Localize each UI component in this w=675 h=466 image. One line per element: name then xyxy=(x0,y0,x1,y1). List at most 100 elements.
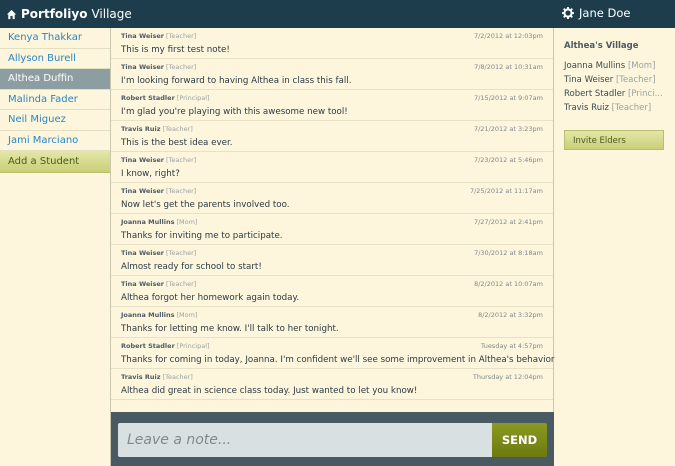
student-item[interactable]: Neil Miguez xyxy=(0,110,110,131)
note-timestamp: 7/8/2012 at 10:31am xyxy=(474,63,543,71)
note-meta: Robert Stadler [Principal] 7/15/2012 at 9:… xyxy=(121,93,543,103)
note-meta: Joanna Mullins [Mom] 8/2/2012 at 3:32pm xyxy=(121,310,543,320)
note-text: Now let's get the parents involved too. xyxy=(121,200,290,210)
member-role: [Princi... xyxy=(628,89,663,99)
village-sidebar: Althea's Village Joanna Mullins [Mom] Tin… xyxy=(555,28,675,466)
member-name: Tina Weiser xyxy=(564,75,614,85)
note-author-role: [Teacher] xyxy=(162,125,193,133)
note-author-name: Tina Weiser xyxy=(121,280,164,288)
note-author-role: [Mom] xyxy=(176,218,198,226)
compose-bar: SEND xyxy=(111,412,554,466)
village-member: Tina Weiser [Teacher] xyxy=(564,73,663,87)
village-members: Joanna Mullins [Mom] Tina Weiser [Teacher… xyxy=(564,59,663,115)
note-author-name: Tina Weiser xyxy=(121,63,164,71)
note-author: Travis Ruiz [Teacher] xyxy=(121,372,193,382)
member-name: Travis Ruiz xyxy=(564,103,609,113)
note-author-name: Joanna Mullins xyxy=(121,218,175,226)
student-list: Kenya Thakkar Allyson Burell Althea Duffin… xyxy=(0,28,110,151)
note-author-role: [Teacher] xyxy=(166,187,197,195)
note-timestamp: 7/23/2012 at 5:46pm xyxy=(473,156,543,164)
student-item[interactable]: Althea Duffin xyxy=(0,69,110,90)
note-author-role: [Principal] xyxy=(176,342,210,350)
note-item: Tina Weiser [Teacher] 7/2/2012 at 12:03pm T… xyxy=(111,28,553,59)
student-item[interactable]: Jami Marciano xyxy=(0,130,110,151)
note-item: Joanna Mullins [Mom] 7/27/2012 at 2:41pm Th… xyxy=(111,214,553,245)
note-meta: Robert Stadler [Principal] Tuesday at 4:57… xyxy=(121,341,543,351)
add-student-button[interactable]: Add a Student xyxy=(0,151,110,173)
note-author: Travis Ruiz [Teacher] xyxy=(121,124,193,134)
note-author-name: Tina Weiser xyxy=(121,32,164,40)
note-meta: Tina Weiser [Teacher] 7/25/2012 at 11:17am xyxy=(121,186,543,196)
member-role: [Mom] xyxy=(627,61,656,71)
note-input[interactable] xyxy=(118,423,492,457)
note-meta: Tina Weiser [Teacher] 8/2/2012 at 10:07am xyxy=(121,279,543,289)
note-item: Tina Weiser [Teacher] 8/2/2012 at 10:07am A… xyxy=(111,276,553,307)
note-author-role: [Teacher] xyxy=(166,249,197,257)
invite-elders-button[interactable]: Invite Elders xyxy=(564,130,664,150)
note-text: Althea did great in science class today.… xyxy=(121,386,418,396)
note-author: Robert Stadler [Principal] xyxy=(121,93,210,103)
note-item: Joanna Mullins [Mom] 8/2/2012 at 3:32pm Tha… xyxy=(111,307,553,338)
note-timestamp: Tuesday at 4:57pm xyxy=(480,342,543,350)
note-meta: Travis Ruiz [Teacher] Thursday at 12:04pm xyxy=(121,372,543,382)
note-author-role: [Teacher] xyxy=(166,32,197,40)
home-icon xyxy=(6,9,17,19)
student-item[interactable]: Malinda Fader xyxy=(0,89,110,110)
notes-feed[interactable]: Tina Weiser [Teacher] 7/2/2012 at 12:03pm T… xyxy=(111,28,558,412)
user-name: Jane Doe xyxy=(579,6,631,20)
note-author: Joanna Mullins [Mom] xyxy=(121,310,197,320)
note-text: This is my first test note! xyxy=(121,45,230,55)
note-item: Tina Weiser [Teacher] 7/8/2012 at 10:31am I… xyxy=(111,59,553,90)
note-author: Tina Weiser [Teacher] xyxy=(121,186,196,196)
note-timestamp: 8/2/2012 at 10:07am xyxy=(474,280,543,288)
note-author: Tina Weiser [Teacher] xyxy=(121,155,196,165)
note-item: Travis Ruiz [Teacher] 7/21/2012 at 3:23pm T… xyxy=(111,121,553,152)
note-author: Tina Weiser [Teacher] xyxy=(121,279,196,289)
note-author: Tina Weiser [Teacher] xyxy=(121,248,196,258)
note-item: Tina Weiser [Teacher] 7/30/2012 at 8:18am A… xyxy=(111,245,553,276)
user-menu[interactable]: Jane Doe xyxy=(562,6,630,20)
note-text: Almost ready for school to start! xyxy=(121,262,262,272)
note-meta: Tina Weiser [Teacher] 7/30/2012 at 8:18am xyxy=(121,248,543,258)
brand-name: Portfoliyo xyxy=(21,7,88,21)
village-member: Travis Ruiz [Teacher] xyxy=(564,101,663,115)
member-role: [Teacher] xyxy=(615,75,656,85)
village-title: Althea's Village xyxy=(564,41,639,51)
note-author-role: [Teacher] xyxy=(166,63,197,71)
note-text: Thanks for inviting me to participate. xyxy=(121,231,283,241)
note-meta: Tina Weiser [Teacher] 7/2/2012 at 12:03pm xyxy=(121,31,543,41)
note-author-name: Tina Weiser xyxy=(121,249,164,257)
student-item[interactable]: Kenya Thakkar xyxy=(0,28,110,49)
note-text: I know, right? xyxy=(121,169,180,179)
member-role: [Teacher] xyxy=(611,103,652,113)
note-text: Althea forgot her homework again today. xyxy=(121,293,300,303)
top-bar: Portfoliyo Village Jane Doe xyxy=(0,0,675,28)
note-author-role: [Mom] xyxy=(176,311,198,319)
note-item: Robert Stadler [Principal] 7/15/2012 at 9:… xyxy=(111,90,553,121)
send-button[interactable]: SEND xyxy=(492,423,547,457)
note-author-name: Joanna Mullins xyxy=(121,311,175,319)
village-member: Robert Stadler [Princi... xyxy=(564,87,663,101)
note-author-name: Robert Stadler xyxy=(121,94,175,102)
note-text: Thanks for coming in today, Joanna. I'm … xyxy=(121,355,558,365)
student-sidebar: Kenya Thakkar Allyson Burell Althea Duffin… xyxy=(0,28,111,466)
note-item: Robert Stadler [Principal] Tuesday at 4:57… xyxy=(111,338,558,369)
note-author-name: Tina Weiser xyxy=(121,187,164,195)
note-item: Tina Weiser [Teacher] 7/25/2012 at 11:17am… xyxy=(111,183,553,214)
note-timestamp: 8/2/2012 at 3:32pm xyxy=(478,311,543,319)
note-timestamp: 7/2/2012 at 12:03pm xyxy=(473,32,543,40)
note-meta: Travis Ruiz [Teacher] 7/21/2012 at 3:23pm xyxy=(121,124,543,134)
member-name: Joanna Mullins xyxy=(564,61,626,71)
village-member: Joanna Mullins [Mom] xyxy=(564,59,663,73)
note-timestamp: 7/25/2012 at 11:17am xyxy=(469,187,543,195)
note-meta: Tina Weiser [Teacher] 7/8/2012 at 10:31am xyxy=(121,62,543,72)
brand-logo[interactable]: Portfoliyo Village xyxy=(6,6,132,22)
note-author-name: Travis Ruiz xyxy=(121,125,161,133)
note-text: I'm glad you're playing with this awesom… xyxy=(121,107,348,117)
note-author-role: [Principal] xyxy=(176,94,210,102)
member-name: Robert Stadler xyxy=(564,89,626,99)
note-author-name: Robert Stadler xyxy=(121,342,175,350)
note-meta: Tina Weiser [Teacher] 7/23/2012 at 5:46pm xyxy=(121,155,543,165)
note-meta: Joanna Mullins [Mom] 7/27/2012 at 2:41pm xyxy=(121,217,543,227)
student-item[interactable]: Allyson Burell xyxy=(0,48,110,69)
